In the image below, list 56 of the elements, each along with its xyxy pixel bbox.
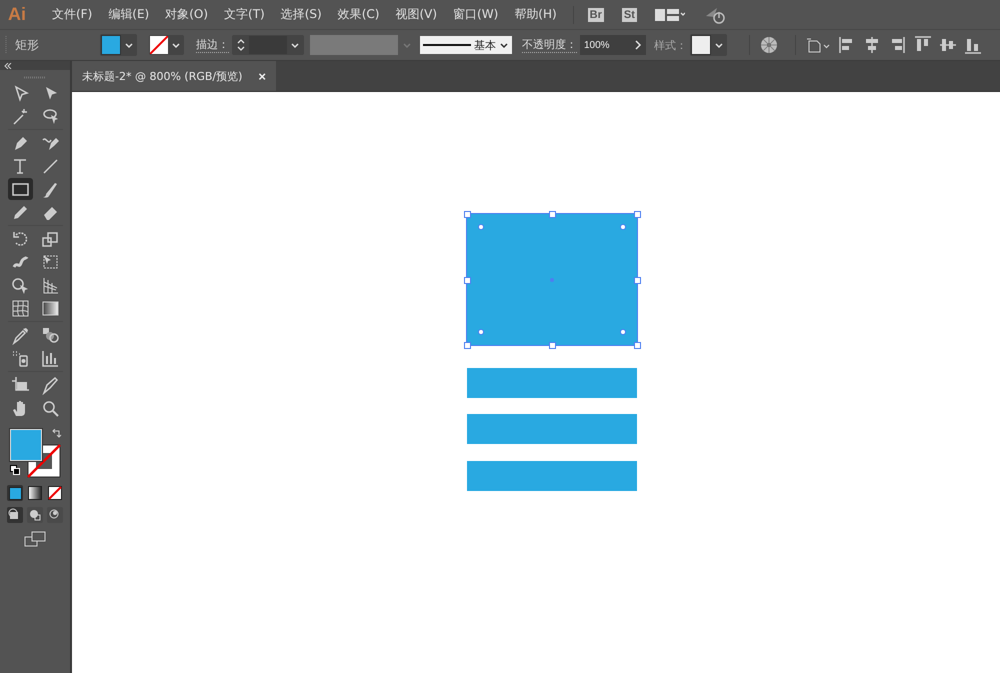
menu-item[interactable]: 文件(F): [52, 6, 92, 23]
draw-inside-button[interactable]: [47, 507, 63, 523]
menu-item[interactable]: 效果(C): [338, 6, 380, 23]
fill-swatch[interactable]: [10, 429, 42, 461]
swap-arrows-icon[interactable]: [52, 429, 62, 439]
menu-item[interactable]: 帮助(H): [514, 6, 557, 23]
caret-icon: [402, 40, 412, 50]
fill-color-dropdown[interactable]: [100, 34, 137, 56]
menu-item[interactable]: 窗口(W): [453, 6, 498, 23]
graphic-style-dropdown[interactable]: [690, 34, 727, 56]
caret-icon: [124, 40, 134, 50]
draw-normal-button[interactable]: [7, 507, 23, 523]
menu-item[interactable]: 视图(V): [395, 6, 438, 23]
align-right-icon[interactable]: [889, 36, 907, 54]
app-logo: Ai: [8, 4, 26, 25]
align-middle-icon[interactable]: [939, 36, 957, 54]
caret-icon: [290, 40, 300, 50]
align-top-icon[interactable]: [914, 36, 932, 54]
stroke-label[interactable]: 描边：: [196, 37, 229, 53]
gradient-mode-button[interactable]: [28, 486, 42, 500]
object-type-label: 矩形: [15, 36, 40, 54]
recolor-wheel-icon[interactable]: [760, 36, 778, 54]
align-bottom-icon[interactable]: [964, 36, 982, 54]
rocket-power-icon[interactable]: [704, 6, 727, 24]
menu-item[interactable]: 对象(O): [165, 6, 208, 23]
transform-reference-icon[interactable]: [806, 37, 832, 53]
draw-behind-button[interactable]: [27, 507, 43, 523]
default-colors-icon[interactable]: [10, 465, 20, 475]
collapse-icon[interactable]: [4, 62, 12, 68]
menu-item[interactable]: 选择(S): [280, 6, 322, 23]
caret-icon: [171, 40, 181, 50]
opacity-label[interactable]: 不透明度：: [522, 37, 577, 53]
no-stroke-icon: [150, 36, 168, 54]
app-button[interactable]: St: [622, 8, 637, 22]
chevron-right-icon: [634, 40, 642, 50]
none-mode-button[interactable]: [48, 486, 62, 500]
close-tab-button[interactable]: ×: [258, 68, 266, 84]
opacity-field[interactable]: 100%: [580, 35, 646, 55]
stroke-weight-field[interactable]: [232, 35, 304, 55]
stroke-line-icon: [423, 42, 471, 48]
screen-mode-icon[interactable]: [24, 531, 46, 547]
caret-icon: [714, 40, 724, 50]
stepper-icon[interactable]: [236, 37, 246, 53]
rectangle-icon[interactable]: [8, 178, 32, 200]
brush-profile-dropdown[interactable]: 基本: [420, 36, 512, 54]
menu-item[interactable]: 文字(T): [224, 6, 265, 23]
workspace-layout-icon[interactable]: [654, 8, 685, 22]
caret-icon: [499, 40, 509, 50]
document-tab[interactable]: 未标题-2* @ 800% (RGB/预览) ×: [72, 61, 276, 91]
menu-item[interactable]: 编辑(E): [108, 6, 150, 23]
app-button[interactable]: Br: [588, 8, 604, 22]
style-label: 样式：: [654, 38, 687, 52]
stroke-color-dropdown[interactable]: [149, 35, 184, 55]
color-mode-button[interactable]: [7, 485, 23, 501]
panel-grip-icon[interactable]: [5, 35, 9, 55]
panel-grip-icon[interactable]: [24, 76, 46, 79]
